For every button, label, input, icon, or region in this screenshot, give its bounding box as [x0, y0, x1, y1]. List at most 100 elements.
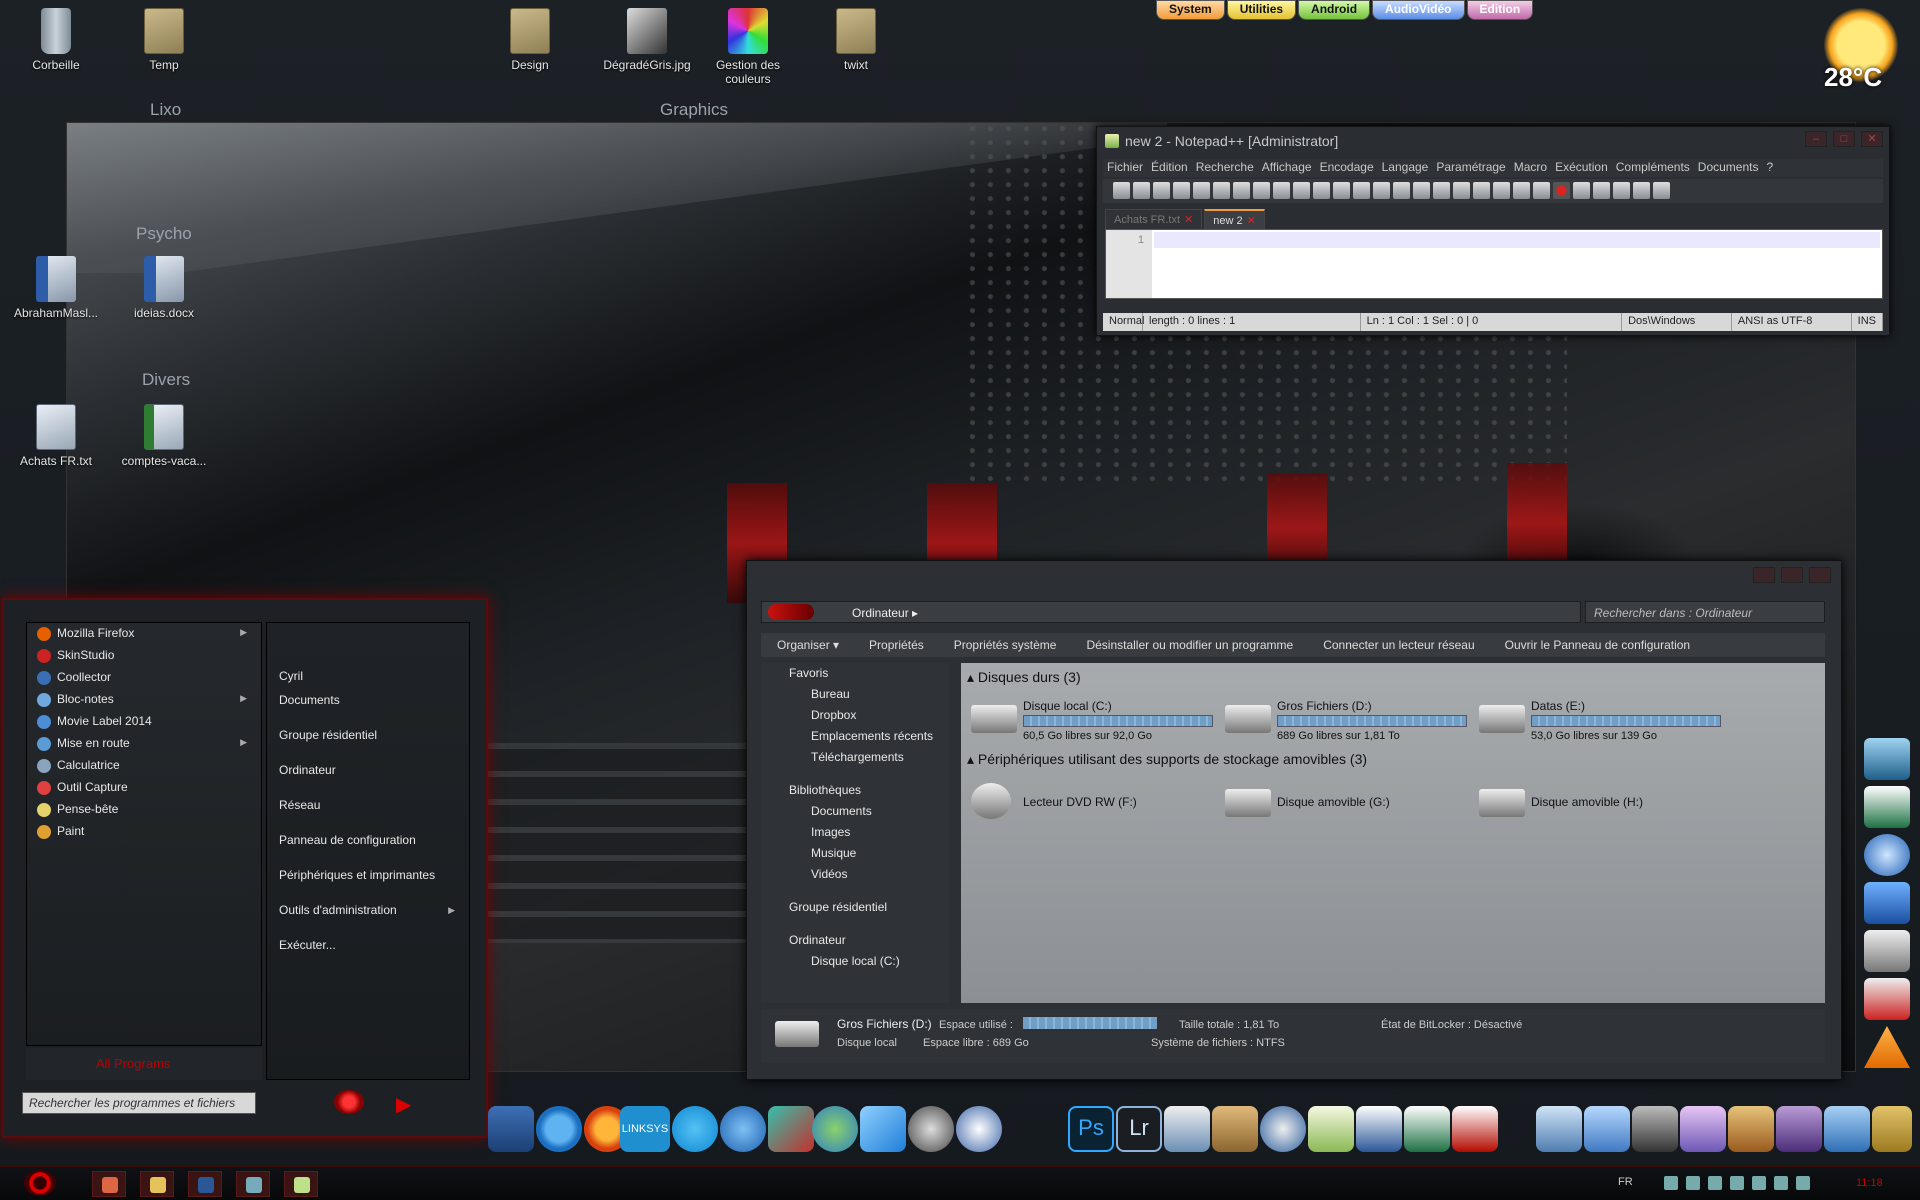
nav-homegroup[interactable]: Groupe résidentiel	[761, 897, 949, 918]
desktop-icon-twixt[interactable]: twixt	[810, 8, 902, 72]
save-macro-icon[interactable]	[1633, 182, 1650, 199]
photoshop-icon[interactable]: Ps	[1068, 1106, 1114, 1152]
program-item[interactable]: Mise en route ▶	[27, 733, 261, 755]
drive-item[interactable]: Gros Fichiers (D:) 689 Go libres sur 1,8…	[1225, 699, 1467, 745]
place-item[interactable]: Ordinateur	[267, 763, 469, 798]
minimize-button[interactable]: –	[1805, 131, 1827, 147]
linksys-icon[interactable]: LINKSYS	[620, 1106, 670, 1152]
weather-gadget[interactable]: 28°C	[1816, 8, 1902, 92]
tab-achats[interactable]: Achats FR.txt ✕	[1105, 209, 1203, 231]
copy-icon[interactable]	[1273, 182, 1290, 199]
nav-item[interactable]: Emplacements récents	[761, 726, 949, 747]
address-bar[interactable]: Ordinateur ▸	[761, 601, 1581, 623]
tray-icon[interactable]	[1686, 1176, 1700, 1190]
tray-icon[interactable]	[1730, 1176, 1744, 1190]
tab-system[interactable]: System	[1156, 0, 1225, 20]
speaker-icon[interactable]	[1864, 930, 1910, 972]
wrap-icon[interactable]	[1453, 182, 1470, 199]
vlc-icon[interactable]	[1864, 1026, 1910, 1068]
close-file-icon[interactable]	[1193, 182, 1210, 199]
system-properties-button[interactable]: Propriétés système	[954, 638, 1057, 652]
desktop-icon-ideias[interactable]: ideias.docx	[118, 256, 210, 320]
desktop-icon-temp[interactable]: Temp	[118, 8, 210, 72]
clock[interactable]: 11:18	[1856, 1177, 1883, 1189]
tab-edition[interactable]: Edition	[1466, 0, 1534, 20]
nav-favorites[interactable]: Favoris	[761, 663, 949, 684]
maximize-button[interactable]: □	[1833, 131, 1855, 147]
properties-button[interactable]: Propriétés	[869, 638, 924, 652]
place-item[interactable]: Exécuter...	[267, 938, 469, 973]
sync-scroll-icon[interactable]	[1433, 182, 1450, 199]
tab-audiovideo[interactable]: AudioVidéo	[1372, 0, 1465, 20]
redo-icon[interactable]	[1333, 182, 1350, 199]
undo-icon[interactable]	[1313, 182, 1330, 199]
internet-explorer-icon[interactable]	[536, 1106, 582, 1152]
menu-item[interactable]: Encodage	[1320, 160, 1374, 176]
countdown-icon[interactable]	[1864, 978, 1910, 1020]
program-item[interactable]: Pense-bête	[27, 799, 261, 821]
taskbar-button[interactable]	[92, 1171, 126, 1197]
menu-item[interactable]: Affichage	[1262, 160, 1312, 176]
section-header-removable[interactable]: ▴ Périphériques utilisant des supports d…	[967, 751, 1367, 768]
lightroom-icon[interactable]: Lr	[1116, 1106, 1162, 1152]
save-all-icon[interactable]	[1173, 182, 1190, 199]
volume-icon[interactable]	[1796, 1176, 1810, 1190]
tray-icon[interactable]	[1708, 1176, 1722, 1190]
back-forward-buttons[interactable]	[768, 604, 814, 620]
stop-macro-icon[interactable]	[1573, 182, 1590, 199]
maximize-button[interactable]	[1781, 567, 1803, 583]
tab-android[interactable]: Android	[1298, 0, 1371, 20]
desktop-icon-design[interactable]: Design	[484, 8, 576, 72]
program-item[interactable]: Mozilla Firefox ▶	[27, 623, 261, 645]
indent-guide-icon[interactable]	[1493, 182, 1510, 199]
menu-item[interactable]: Paramétrage	[1436, 160, 1505, 176]
minimize-button[interactable]	[1753, 567, 1775, 583]
itunes-icon[interactable]	[1680, 1106, 1726, 1152]
nav-libraries[interactable]: Bibliothèques	[761, 780, 949, 801]
folder-as-workspace-icon[interactable]	[1513, 182, 1530, 199]
program-item[interactable]: Coollector	[27, 667, 261, 689]
nav-item[interactable]: Dropbox	[761, 705, 949, 726]
program-item[interactable]: Bloc-notes ▶	[27, 689, 261, 711]
menu-item[interactable]: Édition	[1151, 160, 1188, 176]
menu-item[interactable]: Exécution	[1555, 160, 1608, 176]
desktop-icon-comptes[interactable]: comptes-vaca...	[118, 404, 210, 468]
menu-item[interactable]: Macro	[1514, 160, 1547, 176]
lock-icon[interactable]	[1260, 1106, 1306, 1152]
spellcheck-icon[interactable]	[1653, 182, 1670, 199]
program-item[interactable]: SkinStudio	[27, 645, 261, 667]
menu-item[interactable]: Documents	[1698, 160, 1759, 176]
menu-item[interactable]: Recherche	[1196, 160, 1254, 176]
place-item[interactable]: Périphériques et imprimantes	[267, 868, 469, 903]
doc-map-icon[interactable]	[1533, 182, 1550, 199]
print-icon[interactable]	[1233, 182, 1250, 199]
program-item[interactable]: Paint	[27, 821, 261, 843]
scanner-icon[interactable]	[1164, 1106, 1210, 1152]
breadcrumb[interactable]: Ordinateur	[852, 606, 909, 620]
close-button[interactable]	[1809, 567, 1831, 583]
tools-icon[interactable]	[1728, 1106, 1774, 1152]
place-item[interactable]: Outils d'administration ▶	[267, 903, 469, 938]
camera-icon[interactable]	[1632, 1106, 1678, 1152]
tab-new-2[interactable]: new 2 ✕	[1204, 209, 1265, 231]
taskbar-button[interactable]	[284, 1171, 318, 1197]
music-icon[interactable]	[1864, 882, 1910, 924]
cut-icon[interactable]	[1253, 182, 1270, 199]
program-item[interactable]: Outil Capture	[27, 777, 261, 799]
drive-item[interactable]: Disque amovible (H:)	[1479, 783, 1679, 829]
uninstall-button[interactable]: Désinstaller ou modifier un programme	[1086, 638, 1293, 652]
android-icon[interactable]	[1872, 1106, 1912, 1152]
movie-icon[interactable]	[1776, 1106, 1822, 1152]
program-item[interactable]: Calculatrice	[27, 755, 261, 777]
paste-icon[interactable]	[1293, 182, 1310, 199]
excel-icon[interactable]	[1864, 786, 1910, 828]
tab-utilities[interactable]: Utilities	[1226, 0, 1297, 20]
coollector-icon[interactable]	[1864, 738, 1910, 780]
desktop-icon-achats[interactable]: Achats FR.txt	[10, 404, 102, 468]
nav-item[interactable]: Vidéos	[761, 864, 949, 885]
program-item[interactable]: Movie Label 2014	[27, 711, 261, 733]
open-file-icon[interactable]	[1133, 182, 1150, 199]
close-icon[interactable]: ✕	[1247, 215, 1256, 227]
tray-icon[interactable]	[1752, 1176, 1766, 1190]
menu-item[interactable]: Compléments	[1616, 160, 1690, 176]
